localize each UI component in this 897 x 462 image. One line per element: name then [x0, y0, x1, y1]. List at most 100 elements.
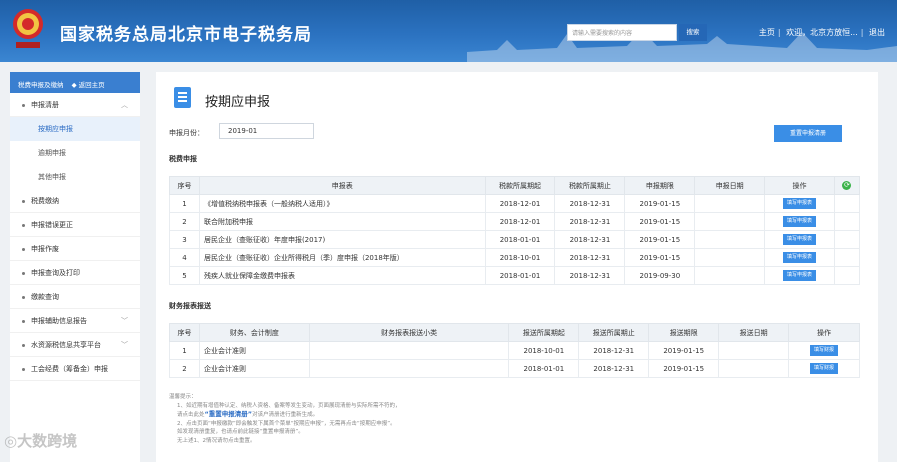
column-header: 申报日期 [694, 176, 766, 195]
sidebar-item-query-print[interactable]: 申报查询及打印 [10, 261, 140, 285]
sidebar-item-label: 申报查询及打印 [31, 269, 80, 277]
chevron-up-icon[interactable]: ︿ [121, 93, 128, 117]
sidebar-head-label: 税费申报及缴纳 [18, 81, 64, 89]
form-name-cell: 联合附加税申报 [198, 212, 486, 231]
sidebar-subitem-other[interactable]: 其他申报 [10, 165, 140, 189]
fill-declaration-button[interactable]: 填写申报表 [783, 234, 817, 245]
bullet-icon [22, 223, 25, 227]
column-header: 税款所属期起 [484, 176, 556, 195]
sidebar-header: 税费申报及缴纳 ◆ 返回主页 [10, 72, 140, 93]
tax-section-title: 税费申报 [169, 155, 197, 163]
table-cell [833, 266, 861, 285]
back-home-label: 返回主页 [78, 81, 105, 89]
sidebar-item-payment-query[interactable]: 缴款查询 [10, 285, 140, 309]
table-cell: 2018-01-01 [508, 359, 580, 378]
table-row: 2 企业会计准则 2018-01-01 2018-12-31 2019-01-15 填写财… [169, 359, 860, 378]
column-header: 操作 [764, 176, 835, 195]
table-cell: 2018-12-31 [578, 341, 650, 360]
table-row: 3 居民企业（查账征收）年度申报(2017) 2018-01-01 2018-12-3… [169, 230, 861, 249]
sidebar-item-label: 缴款查询 [31, 293, 59, 301]
form-name-cell: 残疾人就业保障金缴费申报表 [198, 266, 486, 285]
period-field[interactable]: 2019-01 [219, 123, 314, 139]
table-cell: 2018-10-01 [484, 248, 556, 267]
table-cell: 2019-09-30 [624, 266, 696, 285]
reset-list-button[interactable]: 重置申报清册 [774, 125, 842, 142]
sidebar-item-aux-report[interactable]: 申报辅助信息报告 ﹀ [10, 309, 140, 333]
refresh-icon[interactable]: ⟳ [842, 181, 852, 190]
table-cell: 5 [169, 266, 200, 285]
financial-report-table: 序号 财务、会计制度 财务报表报送小类 报送所属期起 报送所属期止 报送期限 报… [169, 323, 860, 378]
table-cell [833, 212, 861, 231]
table-cell: 2018-12-31 [554, 248, 626, 267]
column-header: 操作 [788, 323, 860, 342]
table-cell [694, 212, 766, 231]
table-cell: 2019-01-15 [648, 341, 720, 360]
table-cell [833, 230, 861, 249]
sidebar-item-label: 申报辅助信息报告 [31, 317, 87, 325]
table-cell: 2018-01-01 [484, 230, 556, 249]
tips-line: 如发现清册重复，也请点前此链接“重置申报清册”。 [177, 429, 304, 435]
home-link[interactable]: 主页 [759, 27, 775, 38]
sidebar-item-void[interactable]: 申报作废 [10, 237, 140, 261]
period-label: 申报月份： [169, 129, 204, 137]
column-header: 报送所属期止 [578, 323, 650, 342]
refresh-cell: ⟳ [833, 176, 861, 195]
search-button[interactable]: 搜索 [679, 24, 707, 41]
column-header: 序号 [169, 176, 200, 195]
column-header: 税款所属期止 [554, 176, 626, 195]
sidebar-item-correction[interactable]: 申报错误更正 [10, 213, 140, 237]
fill-declaration-button[interactable]: 填写申报表 [783, 270, 817, 281]
top-links: 主页 | 欢迎，北京方放恒... | 退出 [758, 27, 885, 38]
tips-text: 请点击此处 [177, 412, 205, 418]
sidebar-item-label: 申报作废 [31, 245, 59, 253]
table-row: 1 企业会计准则 2018-10-01 2018-12-31 2019-01-15 填写财… [169, 341, 860, 360]
bullet-icon [22, 271, 25, 275]
sidebar-item-label: 申报清册 [31, 101, 59, 109]
table-cell [308, 341, 510, 360]
tips-line: 请点击此处“重置申报清册”对该户清册进行重新生成。 [169, 410, 849, 420]
tips-title: 温馨提示： [169, 394, 197, 400]
bullet-icon [22, 343, 25, 347]
sidebar-item-water-resource[interactable]: 水资源税信息共享平台 ﹀ [10, 333, 140, 357]
action-cell: 填写申报表 [764, 230, 835, 249]
sidebar-item-payment[interactable]: 税费缴纳 [10, 189, 140, 213]
sidebar-item-union-fee[interactable]: 工会经费（筹备金）申报 [10, 357, 140, 381]
chevron-down-icon[interactable]: ﹀ [121, 333, 128, 357]
fill-declaration-button[interactable]: 填写申报表 [783, 216, 817, 227]
sidebar-subitem-overdue[interactable]: 逾期申报 [10, 141, 140, 165]
sidebar-item-declaration-list[interactable]: 申报清册 ︿ [10, 93, 140, 117]
table-cell: 3 [169, 230, 200, 249]
document-icon [174, 87, 191, 108]
reset-list-link[interactable]: “重置申报清册” [205, 410, 253, 418]
table-cell: 1 [169, 194, 200, 213]
table-cell [694, 230, 766, 249]
fill-financial-report-button[interactable]: 填写财报 [810, 345, 839, 356]
table-cell: 4 [169, 248, 200, 267]
watermark-text: 大数跨境 [17, 432, 78, 450]
sidebar-item-label: 水资源税信息共享平台 [31, 341, 101, 349]
logout-link[interactable]: 退出 [869, 27, 885, 38]
tips-box: 温馨提示： 1、如近期有增值种认定、纳税人资格、备案等发生变动，页面展现清册与实… [169, 393, 849, 445]
main-panel: 按期应申报 申报月份： 2019-01 重置申报清册 税费申报 序号 申报表 税… [156, 72, 878, 462]
fill-declaration-button[interactable]: 填写申报表 [783, 252, 817, 263]
back-home-link[interactable]: ◆ 返回主页 [72, 81, 105, 89]
table-cell: 2019-01-15 [624, 194, 696, 213]
table-cell [718, 359, 790, 378]
chevron-down-icon[interactable]: ﹀ [121, 309, 128, 333]
table-cell: 2019-01-15 [624, 212, 696, 231]
fill-financial-report-button[interactable]: 填写财报 [810, 363, 839, 374]
user-welcome-link[interactable]: 欢迎，北京方放恒... [786, 27, 858, 38]
table-cell: 2019-01-15 [624, 230, 696, 249]
table-cell [833, 248, 861, 267]
bullet-icon [22, 367, 25, 371]
search-input[interactable]: 请输入需要搜索的内容 [567, 24, 677, 41]
action-cell: 填写申报表 [764, 266, 835, 285]
column-header: 报送所属期起 [508, 323, 580, 342]
table-cell: 2018-12-31 [554, 230, 626, 249]
action-cell: 填写申报表 [764, 212, 835, 231]
sidebar-item-label: 税费缴纳 [31, 197, 59, 205]
fill-declaration-button[interactable]: 填写申报表 [783, 198, 817, 209]
sidebar-subitem-periodic[interactable]: 按期应申报 [10, 117, 140, 141]
tips-line: 2、点击页面“申报缴款”即会触发下属首个菜单“按期应申报”，无需再点击“按期应申… [177, 420, 396, 427]
table-cell: 2018-01-01 [484, 266, 556, 285]
